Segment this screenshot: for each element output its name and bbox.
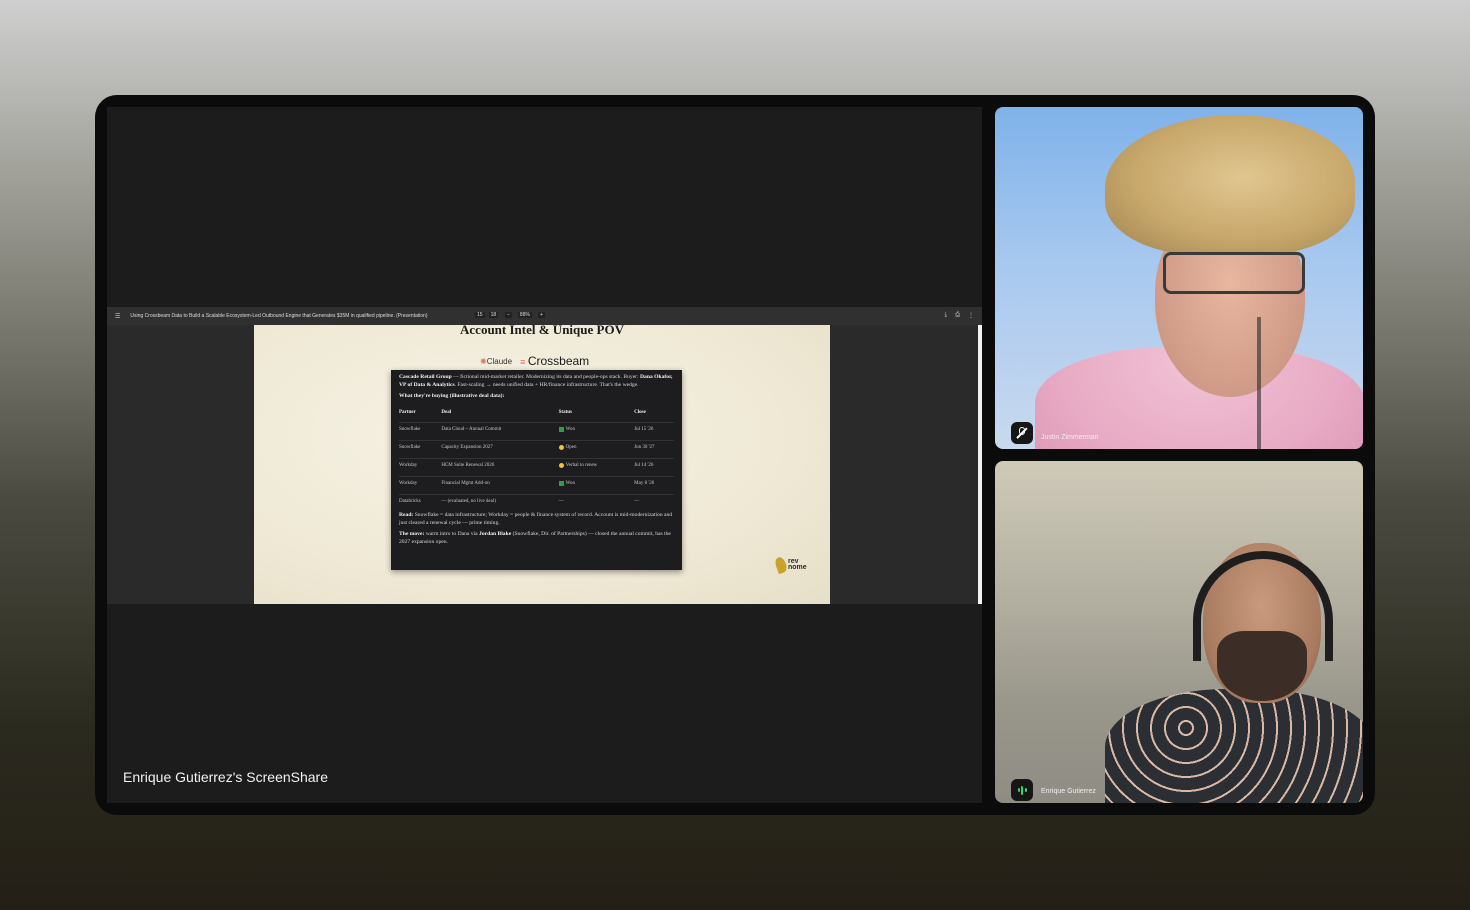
zoom-level[interactable]: 88% bbox=[517, 312, 532, 318]
account-name: Cascade Retail Group bbox=[399, 374, 452, 380]
screenshare-panel[interactable]: ☰ Using Crossbeam Data to Build a Scalab… bbox=[107, 107, 982, 803]
buying-heading: What they're buying (illustrative deal d… bbox=[399, 392, 505, 399]
read-note: Read: Snowflake = data infrastructure; W… bbox=[399, 512, 673, 527]
claude-logo: ✺Claude bbox=[480, 356, 513, 366]
print-icon[interactable]: ⎙ bbox=[955, 312, 960, 319]
table-row: Workday Financial Mgmt Add-on Won May 8 … bbox=[399, 476, 674, 495]
table-row: Snowflake Data Cloud – Annual Commit Won… bbox=[399, 422, 674, 441]
header-partner: Partner bbox=[399, 410, 416, 416]
video-person-body bbox=[1105, 689, 1363, 803]
table-row: Workday HCM Suite Renewal 2026 Verbal to… bbox=[399, 458, 674, 477]
download-icon[interactable]: ⤓ bbox=[945, 312, 948, 319]
revnome-logo: rev nome bbox=[773, 555, 807, 575]
status-won-icon bbox=[558, 426, 564, 432]
video-person-glasses bbox=[1163, 252, 1305, 294]
account-summary: Cascade Retail Group — fictional mid-mar… bbox=[399, 374, 673, 388]
mic-status-badge bbox=[1011, 779, 1033, 801]
page-current[interactable]: 15 bbox=[475, 312, 485, 318]
page-indicator[interactable]: 15 18 bbox=[475, 312, 499, 318]
more-options-icon[interactable]: ⋮ bbox=[968, 312, 974, 319]
mic-status-badge bbox=[1011, 422, 1033, 444]
deal-table: Partner Deal Status Close Snowflake Data… bbox=[399, 407, 674, 513]
status-won-icon bbox=[558, 480, 564, 486]
status-open-icon bbox=[558, 444, 564, 450]
move-note: The move: warm intro to Dana via Jordan … bbox=[399, 531, 671, 545]
screenshare-label: Enrique Gutierrez's ScreenShare bbox=[123, 769, 328, 785]
presentation-title: Using Crossbeam Data to Build a Scalable… bbox=[130, 313, 428, 319]
speaking-icon bbox=[1017, 785, 1027, 795]
slide: Account Intel & Unique POV ✺Claude ≡ Cro… bbox=[254, 322, 830, 604]
table-header-row: Partner Deal Status Close bbox=[399, 407, 674, 423]
account-intel-card: Cascade Retail Group — fictional mid-mar… bbox=[391, 370, 682, 570]
participant-tile[interactable]: Justin Zimmerman bbox=[995, 107, 1363, 449]
zoom-out-icon[interactable]: − bbox=[505, 312, 512, 318]
partner-logos: ✺Claude ≡ Crossbeam bbox=[480, 354, 589, 368]
status-verbal-icon bbox=[558, 462, 564, 468]
participant-name: Enrique Gutierrez bbox=[1041, 788, 1096, 795]
menu-icon[interactable]: ☰ bbox=[115, 313, 120, 320]
mic-off-icon bbox=[1016, 427, 1028, 439]
meeting-window: ☰ Using Crossbeam Data to Build a Scalab… bbox=[95, 95, 1375, 815]
video-person-headset bbox=[1193, 551, 1333, 661]
revnome-leaf-icon bbox=[773, 555, 789, 575]
slide-title: Account Intel & Unique POV bbox=[460, 322, 624, 337]
scrollbar[interactable] bbox=[978, 325, 982, 604]
page-total: 18 bbox=[488, 312, 499, 318]
toolbar-actions: ⤓ ⎙ ⋮ bbox=[945, 312, 974, 319]
header-deal: Deal bbox=[441, 410, 452, 416]
presentation-viewer[interactable]: ☰ Using Crossbeam Data to Build a Scalab… bbox=[107, 307, 982, 604]
table-row: Databricks — (evaluated, no live deal) —… bbox=[399, 494, 674, 513]
header-close: Close bbox=[634, 410, 646, 416]
participant-name: Justin Zimmerman bbox=[1041, 434, 1099, 441]
crossbeam-logo: ≡ Crossbeam bbox=[520, 354, 590, 368]
table-row: Snowflake Capacity Expansion 2027 Open J… bbox=[399, 440, 674, 459]
video-person-hat bbox=[1105, 115, 1355, 255]
video-earphone-cord bbox=[1257, 317, 1261, 449]
header-status: Status bbox=[558, 410, 572, 416]
claude-mark-icon: ✺ bbox=[480, 356, 487, 366]
zoom-control[interactable]: − 88% + bbox=[505, 312, 545, 318]
crossbeam-mark-icon: ≡ bbox=[520, 357, 528, 367]
zoom-in-icon[interactable]: + bbox=[537, 312, 545, 318]
participant-tile[interactable]: Enrique Gutierrez bbox=[995, 461, 1363, 803]
